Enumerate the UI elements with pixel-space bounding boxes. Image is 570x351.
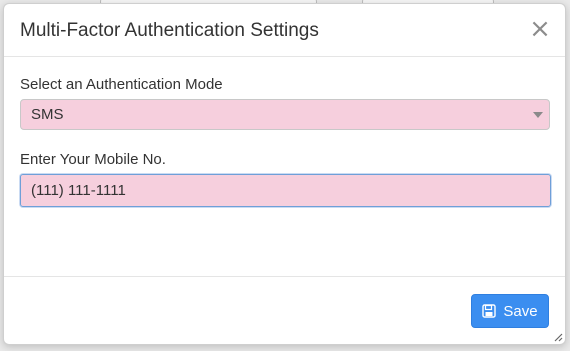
chevron-down-icon [533,112,543,118]
close-icon: × [529,14,551,44]
mobile-number-input[interactable] [20,174,551,207]
dialog-title: Multi-Factor Authentication Settings [20,20,319,41]
resize-grip-icon[interactable] [553,332,563,342]
close-button[interactable]: × [527,16,553,42]
dialog-header: Multi-Factor Authentication Settings × [4,4,565,57]
save-button[interactable]: Save [471,294,549,328]
mfa-settings-dialog: Multi-Factor Authentication Settings × S… [3,3,566,345]
floppy-disk-icon [482,304,497,318]
auth-mode-label: Select an Authentication Mode [20,76,223,93]
auth-mode-selected-value: SMS [31,106,64,123]
dialog-footer-divider [4,276,565,277]
save-button-label: Save [503,302,538,320]
auth-mode-select[interactable]: SMS [20,99,550,130]
mobile-number-label: Enter Your Mobile No. [20,151,166,168]
